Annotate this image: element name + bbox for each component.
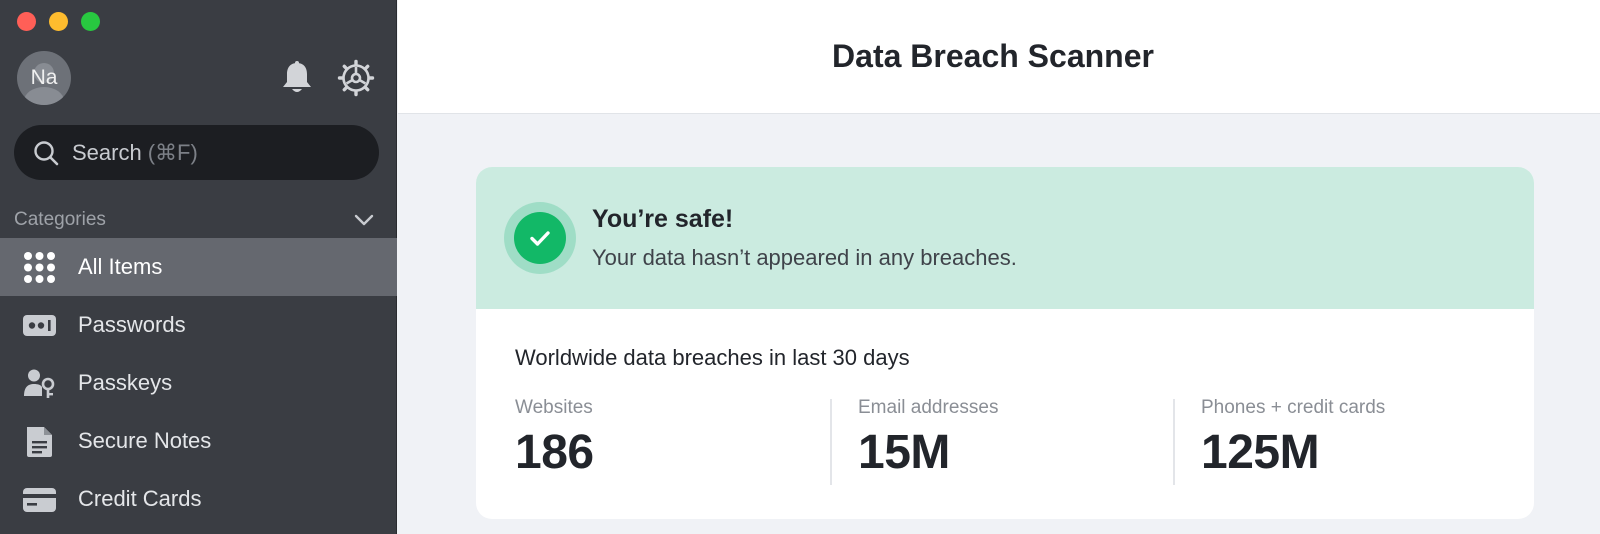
credit-card-icon bbox=[23, 487, 56, 512]
close-window-button[interactable] bbox=[17, 12, 36, 31]
stat-label: Email addresses bbox=[858, 397, 999, 418]
page-title: Data Breach Scanner bbox=[832, 38, 1154, 74]
sidebar-item-label: Passkeys bbox=[78, 370, 173, 395]
stat-phones-credit-cards: Phones + credit cards 125M bbox=[1201, 397, 1385, 485]
minimize-window-button[interactable] bbox=[49, 12, 68, 31]
categories-title: Categories bbox=[14, 209, 106, 230]
status-title: You’re safe! bbox=[592, 205, 734, 233]
stat-value: 15M bbox=[858, 426, 950, 479]
avatar-initials: Na bbox=[30, 66, 58, 89]
stat-value: 125M bbox=[1201, 426, 1320, 479]
search-shortcut-hint: (⌘F) bbox=[147, 139, 198, 165]
stat-value: 186 bbox=[515, 426, 594, 479]
passkey-icon bbox=[24, 369, 55, 398]
status-message: Your data hasn’t appeared in any breache… bbox=[592, 245, 1017, 270]
sidebar-item-credit-cards[interactable]: Credit Cards bbox=[0, 470, 397, 528]
gear-icon[interactable] bbox=[337, 59, 375, 97]
checkmark-icon bbox=[530, 231, 550, 246]
sidebar-item-secure-notes[interactable]: Secure Notes bbox=[0, 412, 397, 470]
categories-header[interactable]: Categories bbox=[14, 207, 379, 233]
sidebar: Na Search (⌘F) Categories All Items Pass… bbox=[0, 0, 397, 534]
status-check bbox=[514, 212, 566, 264]
stat-websites: Websites 186 bbox=[515, 397, 594, 485]
stat-divider bbox=[1173, 399, 1175, 485]
sidebar-item-label: Credit Cards bbox=[78, 486, 202, 511]
sidebar-item-label: Passwords bbox=[78, 312, 186, 337]
search-placeholder: Search bbox=[72, 139, 142, 165]
search-icon bbox=[34, 140, 59, 165]
main-content: Data Breach Scanner You’re safe! Your da… bbox=[398, 0, 1600, 534]
zoom-window-button[interactable] bbox=[81, 12, 100, 31]
note-icon bbox=[27, 426, 52, 457]
password-icon bbox=[23, 314, 56, 336]
avatar[interactable]: Na bbox=[17, 51, 71, 105]
grid-icon bbox=[24, 251, 55, 283]
bell-icon[interactable] bbox=[280, 60, 314, 96]
safe-status-banner: You’re safe! Your data hasn’t appeared i… bbox=[476, 167, 1534, 309]
stats-title: Worldwide data breaches in last 30 days bbox=[515, 345, 910, 370]
sidebar-item-passkeys[interactable]: Passkeys bbox=[0, 354, 397, 412]
page-header: Data Breach Scanner bbox=[398, 0, 1600, 114]
status-halo bbox=[504, 202, 576, 274]
breach-scanner-card: You’re safe! Your data hasn’t appeared i… bbox=[476, 167, 1534, 519]
sidebar-item-label: Secure Notes bbox=[78, 428, 212, 453]
search-input[interactable]: Search (⌘F) bbox=[14, 125, 379, 180]
chevron-down-icon[interactable] bbox=[353, 209, 375, 231]
stat-email-addresses: Email addresses 15M bbox=[858, 397, 998, 485]
stat-label: Phones + credit cards bbox=[1201, 397, 1386, 418]
sidebar-item-all-items[interactable]: All Items bbox=[0, 238, 397, 296]
sidebar-item-label: All Items bbox=[78, 254, 163, 279]
sidebar-item-passwords[interactable]: Passwords bbox=[0, 296, 397, 354]
stat-divider bbox=[830, 399, 832, 485]
stat-label: Websites bbox=[515, 397, 593, 418]
